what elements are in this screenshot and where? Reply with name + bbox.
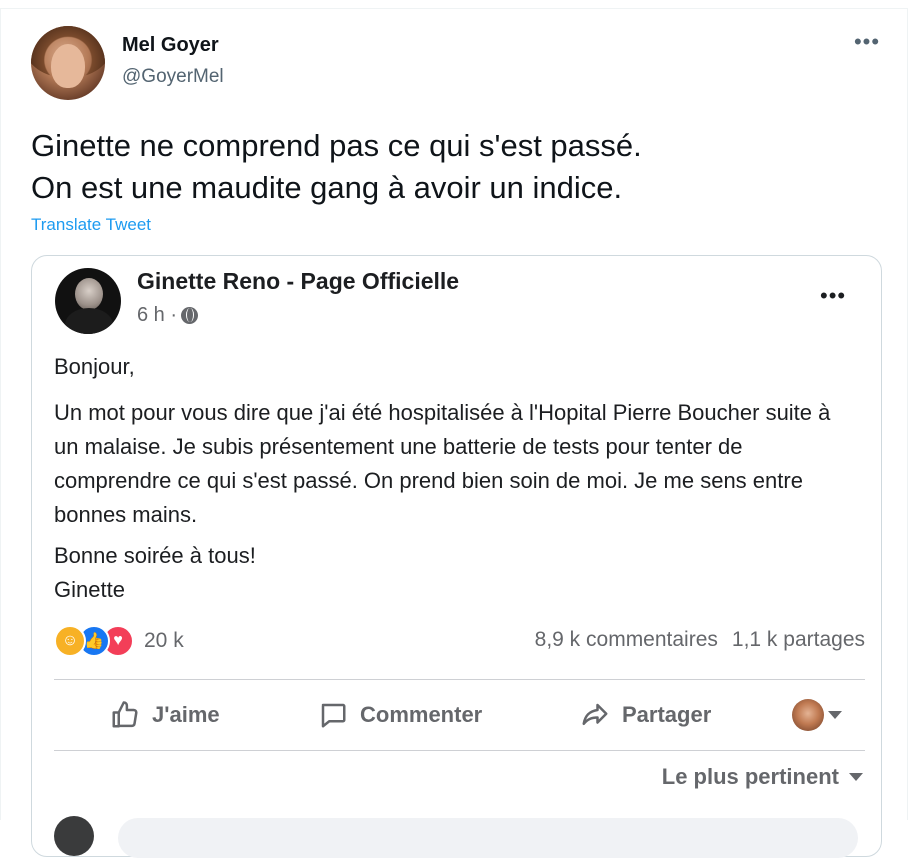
- mini-avatar: [792, 699, 824, 731]
- fb-like-label: J'aime: [152, 702, 220, 727]
- translate-tweet-link[interactable]: Translate Tweet: [31, 215, 151, 235]
- globe-icon: [181, 307, 199, 324]
- fb-closing: Bonne soirée à tous! Ginette: [54, 539, 844, 607]
- comment-input-stub: [118, 818, 858, 858]
- fb-sort-label: Le plus pertinent: [661, 764, 839, 789]
- more-options-icon[interactable]: •••: [852, 31, 882, 53]
- fb-share-button: Partager: [580, 688, 711, 742]
- divider: [54, 679, 865, 680]
- caret-down-icon: [849, 773, 863, 781]
- fb-closing-line: Ginette: [54, 577, 125, 602]
- avatar-body: [65, 308, 113, 334]
- care-emoji-icon: ☺: [54, 625, 86, 657]
- fb-closing-line: Bonne soirée à tous!: [54, 543, 256, 568]
- fb-react-as-selector: [792, 688, 842, 742]
- fb-like-button: J'aime: [110, 688, 220, 742]
- tweet-text: Ginette ne comprend pas ce qui s'est pas…: [31, 125, 642, 209]
- reactions-summary: ☺ 👍 ♥ 20 k: [54, 625, 184, 657]
- post-stats: 8,9 k commentaires 1,1 k partages: [535, 628, 865, 652]
- fb-post-meta: 6 h ·: [137, 304, 199, 327]
- fb-action-bar: J'aime Commenter Partager: [54, 688, 865, 742]
- fb-page-name: Ginette Reno - Page Officielle: [137, 268, 460, 294]
- thumbs-up-icon: [112, 701, 138, 728]
- avatar-face: [51, 44, 85, 88]
- avatar-head: [75, 278, 103, 310]
- tweet-frame-top: [0, 8, 908, 9]
- author-handle[interactable]: @GoyerMel: [122, 66, 224, 88]
- tweet-text-line: Ginette ne comprend pas ce qui s'est pas…: [31, 128, 642, 163]
- fb-sort-selector: Le plus pertinent: [662, 764, 863, 790]
- divider: [54, 750, 865, 751]
- page-avatar: [55, 268, 121, 334]
- author-name[interactable]: Mel Goyer: [122, 34, 219, 57]
- tweet-frame-left: [0, 8, 1, 820]
- share-arrow-icon: [582, 703, 608, 725]
- tweet-text-line: On est une maudite gang à avoir un indic…: [31, 170, 623, 205]
- embedded-facebook-screenshot[interactable]: Ginette Reno - Page Officielle 6 h · •••…: [31, 255, 882, 858]
- fb-comment-button: Commenter: [318, 688, 482, 742]
- fb-share-label: Partager: [622, 702, 712, 727]
- fb-post-time: 6 h ·: [137, 304, 178, 326]
- comments-count: 8,9 k commentaires: [534, 628, 718, 651]
- fb-greeting: Bonjour,: [54, 354, 135, 379]
- fb-body: Un mot pour vous dire que j'ai été hospi…: [54, 400, 831, 527]
- fb-comment-label: Commenter: [360, 702, 483, 727]
- shares-count: 1,1 k partages: [731, 628, 865, 651]
- commenter-avatar: [54, 816, 94, 856]
- reaction-count: 20 k: [144, 629, 184, 652]
- author-avatar[interactable]: [31, 26, 105, 100]
- comment-bubble-icon: [321, 703, 346, 728]
- fb-more-icon: •••: [820, 283, 847, 308]
- caret-down-icon: [828, 711, 842, 719]
